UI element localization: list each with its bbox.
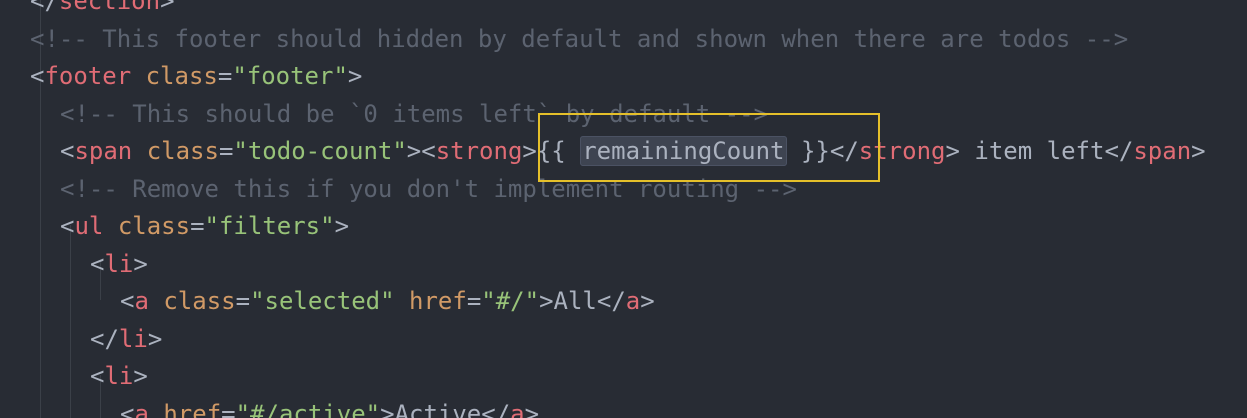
code-line[interactable]: <!-- This should be `0 items left` by de… — [60, 96, 768, 134]
code-text: Active — [394, 399, 482, 418]
code-punctuation: </ — [30, 0, 59, 15]
code-tag-name: a — [134, 399, 149, 418]
code-tag-name: strong — [858, 137, 946, 165]
code-text: item left — [959, 137, 1105, 165]
code-attribute: href — [409, 287, 467, 315]
code-tag-name: li — [104, 362, 134, 390]
code-line[interactable]: <a href="#/active">Active</a> — [120, 396, 539, 418]
code-comment: <!-- This should be `0 items left` by de… — [60, 99, 769, 128]
code-punctuation: </ — [829, 137, 859, 165]
code-punctuation: > — [524, 399, 540, 418]
code-comment: <!-- Remove this if you don't implement … — [60, 174, 797, 203]
code-line[interactable]: <li> — [90, 358, 148, 396]
code-tag-name: a — [625, 287, 641, 315]
code-attribute: class — [145, 62, 218, 90]
code-punctuation: < — [90, 249, 105, 278]
code-string: "filters" — [204, 212, 335, 240]
code-tag-name: a — [134, 287, 149, 315]
code-tag-name: span — [1133, 137, 1192, 165]
code-punctuation: > — [334, 212, 350, 240]
code-punctuation: > — [945, 137, 960, 165]
code-punctuation: > — [133, 249, 148, 278]
code-line[interactable]: </li> — [90, 321, 162, 359]
code-editor[interactable]: </section> <!-- This footer should hidden… — [0, 0, 1247, 418]
code-punctuation: < — [90, 362, 105, 390]
code-punctuation: </ — [481, 399, 511, 418]
code-punctuation: > — [539, 287, 554, 315]
code-punctuation: > — [347, 62, 363, 90]
code-punctuation: = — [221, 399, 236, 418]
code-punctuation: </ — [1104, 137, 1134, 165]
code-string: "selected" — [250, 287, 395, 315]
code-attribute: class — [146, 137, 219, 165]
code-attribute: class — [163, 287, 236, 315]
code-attribute: href — [163, 399, 222, 418]
code-punctuation: </ — [90, 324, 119, 353]
code-punctuation: </ — [596, 287, 626, 315]
code-punctuation: > — [160, 0, 175, 15]
code-attribute: class — [117, 212, 191, 240]
code-punctuation: < — [120, 399, 135, 418]
code-punctuation: > — [147, 324, 163, 353]
code-tag-name: a — [510, 399, 525, 418]
code-text: }} — [786, 137, 830, 165]
code-tag-name: li — [118, 324, 148, 353]
code-line[interactable]: <!-- Remove this if you don't implement … — [60, 171, 797, 209]
code-punctuation: = — [217, 62, 233, 90]
code-comment: <!-- This footer should hidden by defaul… — [30, 24, 1129, 53]
code-string: "#/" — [481, 287, 540, 315]
code-string: "#/active" — [235, 399, 381, 418]
code-punctuation: < — [30, 62, 45, 90]
code-punctuation: < — [120, 287, 135, 315]
code-line[interactable]: </section> — [30, 0, 175, 21]
code-punctuation: = — [235, 287, 251, 315]
code-tag-name: span — [74, 137, 133, 165]
code-punctuation: > — [522, 137, 537, 165]
code-tag-name: li — [104, 249, 134, 278]
code-string: "footer" — [232, 62, 348, 90]
code-punctuation: < — [60, 137, 75, 165]
code-tag-name: section — [58, 0, 161, 15]
code-punctuation: > — [1191, 137, 1206, 165]
code-punctuation: > — [380, 399, 395, 418]
code-text: All — [553, 287, 597, 315]
code-tag-name: strong — [435, 137, 523, 165]
code-punctuation: = — [466, 287, 482, 315]
code-punctuation: = — [190, 212, 205, 240]
code-punctuation: >< — [406, 137, 436, 165]
code-tag-name: footer — [44, 62, 132, 90]
indent-guide — [70, 225, 71, 418]
code-string: "todo-count" — [233, 137, 407, 165]
code-line[interactable]: <a class="selected" href="#/">All</a> — [120, 283, 655, 321]
code-line[interactable]: <!-- This footer should hidden by defaul… — [30, 21, 1128, 59]
code-text: {{ — [536, 137, 581, 165]
code-punctuation: > — [640, 287, 655, 315]
code-line[interactable]: <ul class="filters"> — [60, 208, 349, 246]
code-variable: remainingCount — [580, 136, 787, 166]
code-tag-name: ul — [74, 212, 104, 240]
code-line[interactable]: <li> — [90, 246, 148, 284]
code-punctuation: > — [133, 362, 148, 390]
code-line[interactable]: <footer class="footer"> — [30, 58, 362, 96]
code-line[interactable]: <span class="todo-count"><strong>{{ rema… — [60, 133, 1206, 171]
code-punctuation: = — [218, 137, 234, 165]
code-punctuation: < — [60, 212, 75, 240]
